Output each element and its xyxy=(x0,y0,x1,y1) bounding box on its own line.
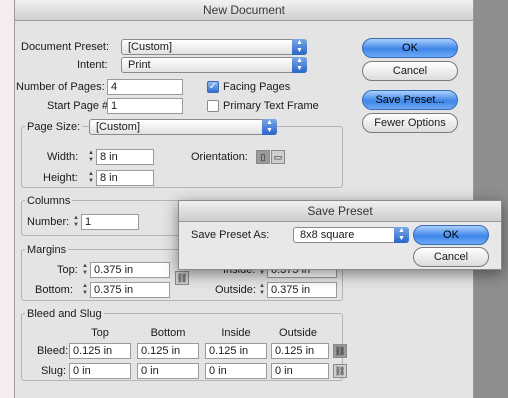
chain-link-icon[interactable]: ⛓ xyxy=(333,344,347,358)
save-preset-dialog-title: Save Preset xyxy=(179,201,501,222)
new-document-window: New Document Document Preset: [Custom] ▲… xyxy=(14,0,474,398)
start-page-label: Start Page #: xyxy=(47,100,112,112)
bleed-bottom-field[interactable]: 0.125 in xyxy=(137,343,199,359)
bleed-outside-field[interactable]: 0.125 in xyxy=(271,343,329,359)
up-down-stepper-icon[interactable]: ▲▼ xyxy=(81,283,89,297)
ok-button[interactable]: OK xyxy=(362,38,458,58)
height-field[interactable]: 8 in xyxy=(96,170,154,186)
facing-pages-label: Facing Pages xyxy=(223,81,291,93)
primary-text-frame-checkbox[interactable] xyxy=(207,100,219,112)
up-down-stepper-icon[interactable]: ▲▼ xyxy=(87,171,95,185)
margin-top-field[interactable]: 0.375 in xyxy=(90,262,170,278)
bleed-top-field[interactable]: 0.125 in xyxy=(69,343,131,359)
save-preset-cancel-button[interactable]: Cancel xyxy=(413,247,489,267)
margin-outside-field[interactable]: 0.375 in xyxy=(267,282,337,298)
landscape-orientation-icon[interactable]: ▭ xyxy=(271,150,285,164)
document-preset-label: Document Preset: xyxy=(21,41,110,53)
intent-select[interactable]: Print ▲ ▼ xyxy=(121,57,307,73)
up-down-stepper-icon[interactable]: ▲▼ xyxy=(87,150,95,164)
number-of-pages-label: Number of Pages: xyxy=(16,81,105,93)
page-size-value: [Custom] xyxy=(96,121,141,133)
margin-top-label: Top: xyxy=(57,264,78,276)
cancel-button[interactable]: Cancel xyxy=(362,61,458,81)
bleed-inside-field[interactable]: 0.125 in xyxy=(205,343,267,359)
columns-group-label: Columns xyxy=(25,195,73,207)
slug-outside-field[interactable]: 0 in xyxy=(271,363,329,379)
portrait-orientation-icon[interactable]: ▯ xyxy=(256,150,270,164)
select-arrows-icon: ▲ ▼ xyxy=(394,227,409,243)
slug-label: Slug: xyxy=(41,365,67,377)
background-strip xyxy=(473,0,508,398)
start-page-field[interactable]: 1 xyxy=(107,98,183,114)
bleed-label: Bleed: xyxy=(37,345,69,357)
orientation-label: Orientation: xyxy=(191,151,248,163)
page-size-select[interactable]: [Custom] ▲ ▼ xyxy=(89,119,277,135)
primary-text-frame-label: Primary Text Frame xyxy=(223,100,319,112)
document-preset-value: [Custom] xyxy=(128,41,173,53)
column-header-bottom: Bottom xyxy=(150,327,186,339)
save-preset-as-field[interactable]: 8x8 square ▲ ▼ xyxy=(293,227,409,243)
number-of-pages-field[interactable]: 4 xyxy=(107,79,183,95)
up-down-stepper-icon[interactable]: ▲▼ xyxy=(81,263,89,277)
column-header-top: Top xyxy=(91,327,109,339)
intent-label: Intent: xyxy=(77,59,108,71)
intent-value: Print xyxy=(128,59,151,71)
save-preset-ok-button[interactable]: OK xyxy=(413,225,489,245)
columns-number-label: Number: xyxy=(27,216,70,228)
margin-bottom-field[interactable]: 0.375 in xyxy=(90,282,170,298)
page-size-label: Page Size: xyxy=(25,121,83,133)
bleed-slug-group-label: Bleed and Slug xyxy=(25,308,104,320)
document-preset-select[interactable]: [Custom] ▲ ▼ xyxy=(121,39,307,55)
margin-outside-label: Outside: xyxy=(215,284,256,296)
width-field[interactable]: 8 in xyxy=(96,149,154,165)
window-title: New Document xyxy=(15,0,473,21)
chain-link-icon[interactable]: ⛓ xyxy=(333,364,347,378)
margins-group-label: Margins xyxy=(25,244,69,256)
select-arrows-icon: ▲ ▼ xyxy=(292,39,307,55)
width-label: Width: xyxy=(47,151,79,163)
slug-inside-field[interactable]: 0 in xyxy=(205,363,267,379)
save-preset-as-value: 8x8 square xyxy=(300,229,355,241)
columns-number-field[interactable]: 1 xyxy=(81,214,139,230)
select-arrows-icon: ▲ ▼ xyxy=(292,57,307,73)
margin-bottom-label: Bottom: xyxy=(35,284,73,296)
save-preset-dialog: Save Preset Save Preset As: 8x8 square ▲… xyxy=(178,200,502,270)
fewer-options-button[interactable]: Fewer Options xyxy=(362,113,458,133)
slug-bottom-field[interactable]: 0 in xyxy=(137,363,199,379)
save-preset-as-label: Save Preset As: xyxy=(191,229,270,241)
column-header-inside: Inside xyxy=(221,327,251,339)
height-label: Height: xyxy=(43,172,78,184)
up-down-stepper-icon[interactable]: ▲▼ xyxy=(72,215,80,229)
select-arrows-icon: ▲ ▼ xyxy=(262,119,277,135)
chain-link-icon[interactable]: ⛓ xyxy=(175,271,189,285)
up-down-stepper-icon[interactable]: ▲▼ xyxy=(258,283,266,297)
slug-top-field[interactable]: 0 in xyxy=(69,363,131,379)
column-header-outside: Outside xyxy=(279,327,317,339)
save-preset-button[interactable]: Save Preset... xyxy=(362,90,458,110)
facing-pages-checkbox[interactable]: ✓ xyxy=(207,81,219,93)
